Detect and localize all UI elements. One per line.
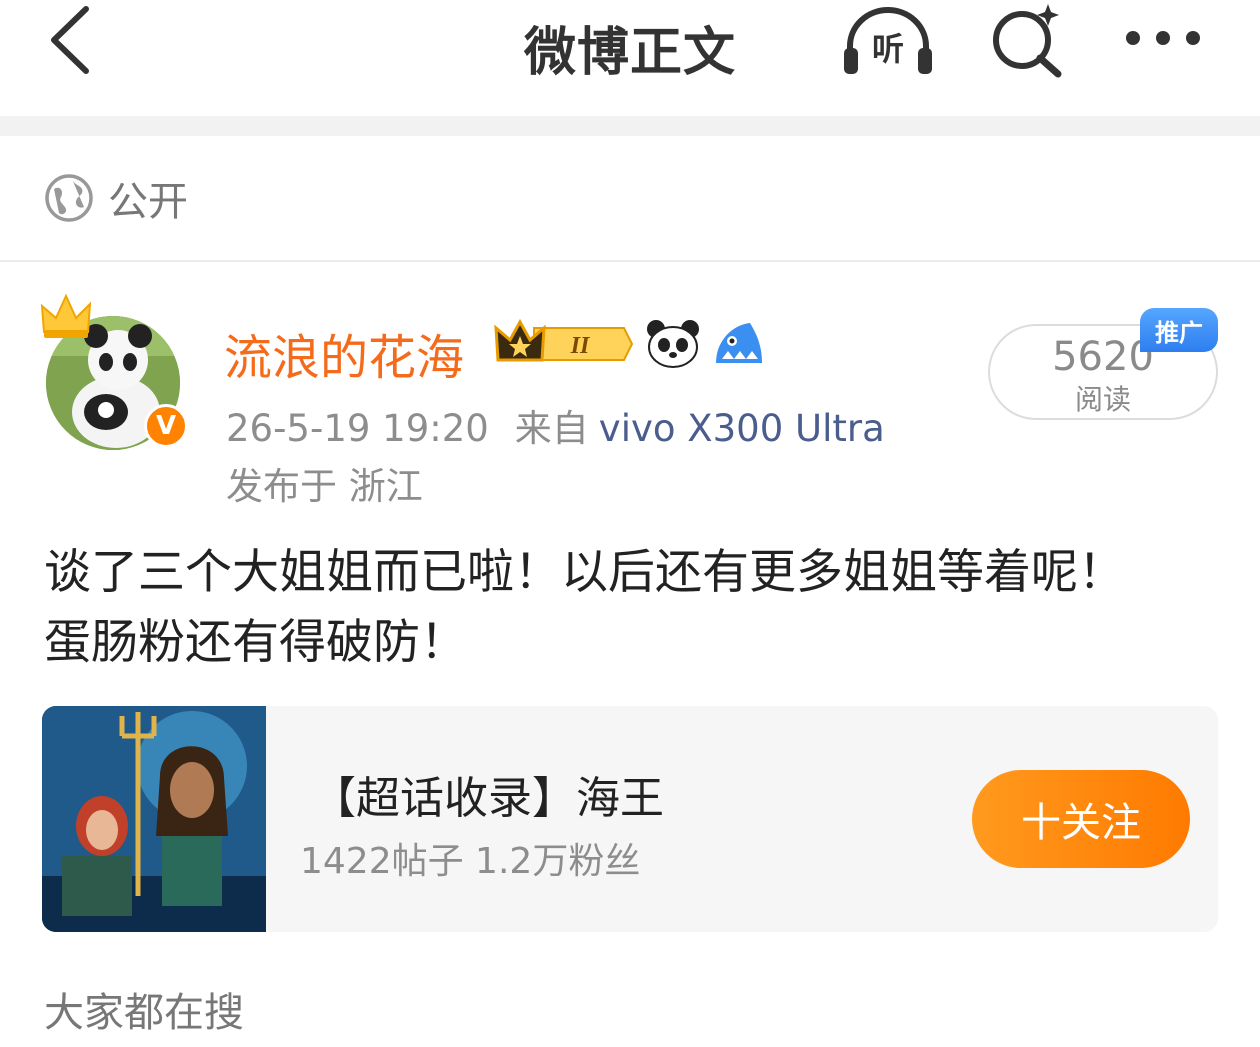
follow-button[interactable]: 十关注 (972, 770, 1190, 868)
author-name[interactable]: 流浪的花海 (224, 318, 464, 388)
more-options-button[interactable] (1118, 10, 1208, 66)
more-dots-icon (1126, 31, 1140, 45)
listen-button[interactable]: 听 (838, 2, 938, 82)
panda-icon (647, 320, 699, 368)
crown-icon (40, 293, 92, 338)
page-title: 微博正文 (523, 23, 736, 83)
author-badges: II (494, 318, 766, 370)
more-dots-icon (1156, 31, 1170, 45)
shark-icon (716, 323, 762, 363)
from-label: 来自 (514, 407, 589, 450)
ai-search-button[interactable] (988, 0, 1068, 80)
visibility-row: 公开 (0, 136, 1260, 262)
more-dots-icon (1186, 31, 1200, 45)
ai-search-icon (993, 4, 1062, 78)
supertopic-title[interactable]: 【超话收录】海王 (312, 762, 664, 826)
listen-label: 听 (872, 30, 904, 68)
author-avatar[interactable]: V (38, 292, 188, 452)
promo-tag[interactable]: 推广 (1140, 308, 1218, 352)
verified-badge: V (144, 404, 188, 448)
post-meta: 26-5-19 19:20 来自 vivo X300 Ultra (226, 398, 885, 452)
post-location: 发布于 浙江 (226, 465, 423, 508)
device-link[interactable]: vivo X300 Ultra (599, 407, 885, 450)
supertopic-card[interactable]: 【超话收录】海王 1422帖子 1.2万粉丝 十关注 (42, 706, 1218, 932)
read-label: 阅读 (1074, 383, 1131, 416)
globe-icon (45, 174, 93, 222)
post-text-line: 蛋肠粉还有得破防！ (44, 615, 467, 670)
supertopic-stats: 1422帖子 1.2万粉丝 (300, 841, 641, 882)
vip-level-label: II (570, 333, 591, 359)
visibility-label: 公开 (108, 179, 188, 225)
supertopic-thumbnail (42, 706, 266, 932)
trending-search-title: 大家都在搜 (44, 990, 244, 1036)
divider-band (0, 116, 1260, 136)
post-body: 谈了三个大姐姐而已啦！以后还有更多姐姐等着呢！ 蛋肠粉还有得破防！ (44, 538, 1224, 678)
vip-crown-badge-icon[interactable]: II (494, 318, 634, 370)
listen-headphone-icon: 听 (844, 7, 932, 74)
post-timestamp: 26-5-19 19:20 (226, 407, 489, 450)
top-bar: 微博正文 听 (0, 0, 1260, 116)
post-text-line: 谈了三个大姐姐而已啦！以后还有更多姐姐等着呢！ (44, 545, 1125, 600)
